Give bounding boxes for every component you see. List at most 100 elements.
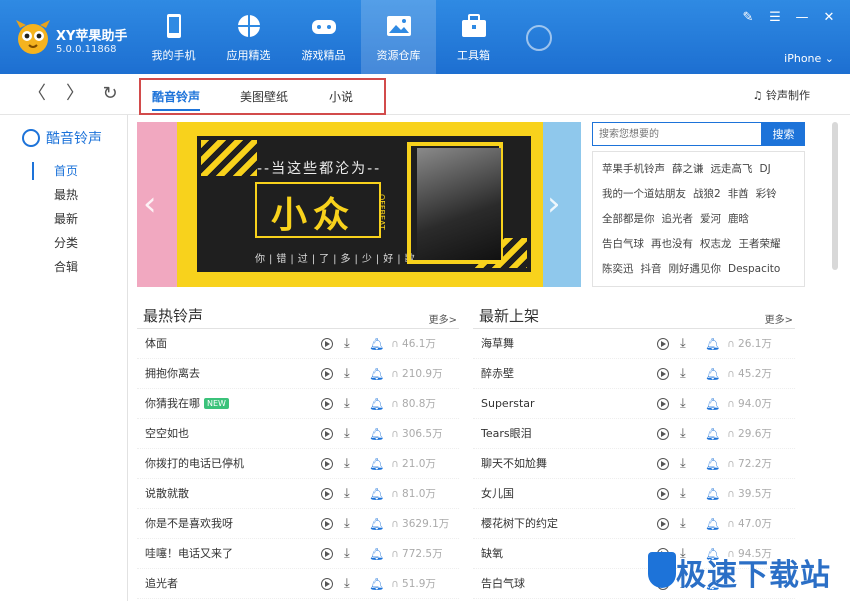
sidebar-item-collection[interactable]: 合辑 xyxy=(32,256,122,278)
keyword-link[interactable]: 鹿晗 xyxy=(728,207,749,232)
keyword-link[interactable]: 苹果手机铃声 xyxy=(602,157,665,182)
download-icon[interactable]: ⤓ xyxy=(680,449,686,479)
set-ringtone-bell-icon[interactable]: 🔔︎ xyxy=(705,329,720,359)
ringtone-name[interactable]: 女儿国 xyxy=(481,479,514,509)
device-selector[interactable]: iPhone ⌄ xyxy=(784,52,834,65)
keyword-link[interactable]: 王者荣耀 xyxy=(739,232,781,257)
keyword-link[interactable]: Despacito xyxy=(728,257,780,282)
ringtone-name[interactable]: 樱花树下的约定 xyxy=(481,509,558,539)
more-link[interactable]: 更多> xyxy=(765,311,793,326)
search-input[interactable] xyxy=(592,122,762,146)
ringtone-maker-button[interactable]: ♫ 铃声制作 xyxy=(753,87,810,103)
keyword-link[interactable]: 权志龙 xyxy=(700,232,732,257)
ringtone-name[interactable]: 说散就散 xyxy=(145,479,189,509)
back-icon[interactable]: 〈 xyxy=(26,83,48,105)
download-icon[interactable]: ⤓ xyxy=(680,359,686,389)
tab-novels[interactable]: 小说 xyxy=(329,88,353,105)
download-icon[interactable]: ⤓ xyxy=(344,329,350,359)
promo-banner[interactable]: --当这些都沦为-- 小众 OFFBEAT 你|错|过|了|多|少|好|歌 ‹ … xyxy=(137,122,581,287)
set-ringtone-bell-icon[interactable]: 🔔︎ xyxy=(369,329,384,359)
set-ringtone-bell-icon[interactable]: 🔔︎ xyxy=(369,449,384,479)
play-icon[interactable] xyxy=(321,428,333,440)
download-icon[interactable]: ⤓ xyxy=(344,359,350,389)
sidebar-item-home[interactable]: 首页 xyxy=(32,160,122,182)
play-icon[interactable] xyxy=(657,518,669,530)
keyword-link[interactable]: 彩铃 xyxy=(756,182,777,207)
refresh-icon[interactable]: ↻ xyxy=(99,83,121,105)
banner-prev-arrow-icon[interactable]: ‹ xyxy=(143,184,157,224)
keyword-link[interactable]: DJ xyxy=(760,157,771,182)
nav-apps[interactable]: 应用精选 xyxy=(211,0,286,74)
ringtone-name[interactable]: 聊天不如尬舞 xyxy=(481,449,547,479)
set-ringtone-bell-icon[interactable]: 🔔︎ xyxy=(369,389,384,419)
download-icon[interactable]: ⤓ xyxy=(344,419,350,449)
play-icon[interactable] xyxy=(321,458,333,470)
set-ringtone-bell-icon[interactable]: 🔔︎ xyxy=(705,479,720,509)
keyword-link[interactable]: 陈奕迅 xyxy=(602,257,634,282)
ringtone-name[interactable]: 告白气球 xyxy=(481,569,525,599)
ringtone-name[interactable]: 你猜我在哪 NEW xyxy=(145,389,229,419)
nav-games[interactable]: 游戏精品 xyxy=(286,0,361,74)
download-icon[interactable]: ⤓ xyxy=(344,389,350,419)
download-icon[interactable]: ⤓ xyxy=(680,509,686,539)
more-link[interactable]: 更多> xyxy=(429,311,457,326)
play-icon[interactable] xyxy=(657,488,669,500)
play-icon[interactable] xyxy=(657,338,669,350)
download-manager-icon[interactable] xyxy=(526,25,552,51)
keyword-link[interactable]: 全部都是你 xyxy=(602,207,655,232)
ringtone-name[interactable]: 缺氧 xyxy=(481,539,503,569)
set-ringtone-bell-icon[interactable]: 🔔︎ xyxy=(705,449,720,479)
keyword-link[interactable]: 抖音 xyxy=(641,257,662,282)
set-ringtone-bell-icon[interactable]: 🔔︎ xyxy=(369,359,384,389)
tab-wallpapers[interactable]: 美图壁纸 xyxy=(240,88,288,105)
ringtone-name[interactable]: 体面 xyxy=(145,329,167,359)
skin-icon[interactable]: ✎ xyxy=(741,10,755,25)
download-icon[interactable]: ⤓ xyxy=(680,389,686,419)
keyword-link[interactable]: 薛之谦 xyxy=(672,157,704,182)
play-icon[interactable] xyxy=(321,368,333,380)
nav-my-phone[interactable]: 我的手机 xyxy=(136,0,211,74)
ringtone-name[interactable]: Superstar xyxy=(481,389,535,419)
keyword-link[interactable]: 远走高飞 xyxy=(711,157,753,182)
ringtone-name[interactable]: 哇噻！电话又来了 xyxy=(145,539,233,569)
scrollbar[interactable] xyxy=(832,122,838,270)
keyword-link[interactable]: 非酋 xyxy=(728,182,749,207)
download-icon[interactable]: ⤓ xyxy=(344,479,350,509)
sidebar-item-category[interactable]: 分类 xyxy=(32,232,122,254)
set-ringtone-bell-icon[interactable]: 🔔︎ xyxy=(369,419,384,449)
ringtone-name[interactable]: Tears眼泪 xyxy=(481,419,532,449)
nav-resources[interactable]: 资源仓库 xyxy=(361,0,436,74)
download-icon[interactable]: ⤓ xyxy=(680,329,686,359)
set-ringtone-bell-icon[interactable]: 🔔︎ xyxy=(369,509,384,539)
menu-icon[interactable]: ☰ xyxy=(768,10,782,25)
set-ringtone-bell-icon[interactable]: 🔔︎ xyxy=(705,359,720,389)
keyword-link[interactable]: 战狼2 xyxy=(693,182,721,207)
nav-toolbox[interactable]: 工具箱 xyxy=(436,0,511,74)
play-icon[interactable] xyxy=(321,488,333,500)
play-icon[interactable] xyxy=(657,458,669,470)
keyword-link[interactable]: 追光者 xyxy=(662,207,694,232)
tab-ringtones[interactable]: 酷音铃声 xyxy=(152,88,201,111)
sidebar-item-newest[interactable]: 最新 xyxy=(32,208,122,230)
play-icon[interactable] xyxy=(321,398,333,410)
set-ringtone-bell-icon[interactable]: 🔔︎ xyxy=(705,509,720,539)
download-icon[interactable]: ⤓ xyxy=(344,569,350,599)
download-icon[interactable]: ⤓ xyxy=(680,419,686,449)
set-ringtone-bell-icon[interactable]: 🔔︎ xyxy=(369,569,384,599)
ringtone-name[interactable]: 你拨打的电话已停机 xyxy=(145,449,244,479)
play-icon[interactable] xyxy=(657,428,669,440)
ringtone-name[interactable]: 你是不是喜欢我呀 xyxy=(145,509,233,539)
download-icon[interactable]: ⤓ xyxy=(344,509,350,539)
set-ringtone-bell-icon[interactable]: 🔔︎ xyxy=(705,389,720,419)
set-ringtone-bell-icon[interactable]: 🔔︎ xyxy=(705,419,720,449)
close-icon[interactable]: ✕ xyxy=(822,10,836,25)
play-icon[interactable] xyxy=(321,518,333,530)
ringtone-name[interactable]: 醉赤壁 xyxy=(481,359,514,389)
set-ringtone-bell-icon[interactable]: 🔔︎ xyxy=(369,539,384,569)
play-icon[interactable] xyxy=(657,398,669,410)
play-icon[interactable] xyxy=(657,368,669,380)
keyword-link[interactable]: 告白气球 xyxy=(602,232,644,257)
keyword-link[interactable]: 刚好遇见你 xyxy=(669,257,722,282)
sidebar-item-hottest[interactable]: 最热 xyxy=(32,184,122,206)
play-icon[interactable] xyxy=(321,338,333,350)
